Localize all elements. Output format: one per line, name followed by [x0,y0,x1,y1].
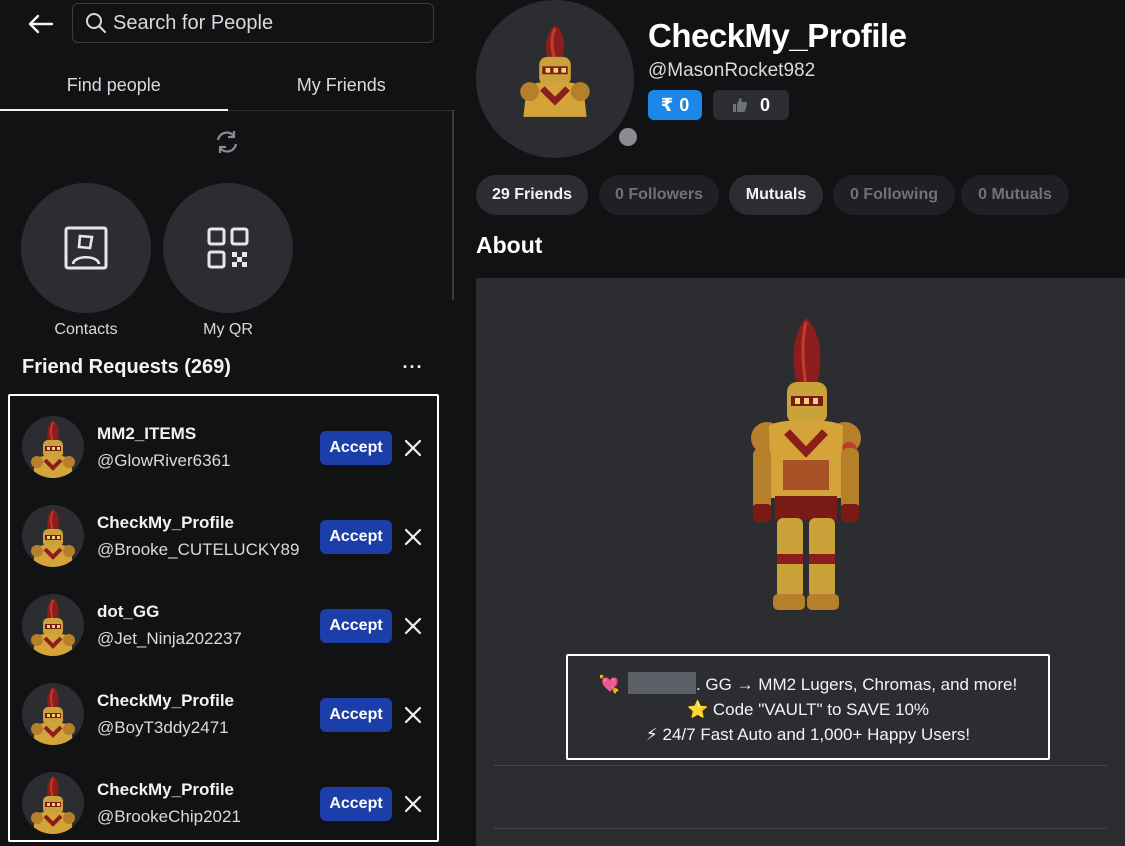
bio-line-1: 💘 . GG → MM2 Lugers, Chromas, and more! [568,672,1048,697]
accept-button[interactable]: Accept [320,520,392,554]
accept-button[interactable]: Accept [320,698,392,732]
my-qr-label: My QR [203,321,253,338]
back-button[interactable] [22,8,58,40]
heart-arrow-icon: 💘 [598,675,620,694]
avatar-figure [751,318,861,610]
contacts-label: Contacts [54,321,118,338]
likes-badge[interactable]: 0 [713,90,789,120]
back-arrow-icon [28,14,54,34]
decline-button[interactable] [400,702,426,728]
close-icon [404,528,422,546]
decline-button[interactable] [400,524,426,550]
about-heading: About [476,232,543,258]
people-panel: Find people My Friends Contacts [0,0,455,846]
friend-requests-title: Friend Requests (269) [22,356,231,378]
friends-count-chip[interactable]: 29 Friends [476,175,588,215]
bio-line-3: ⚡ 24/7 Fast Auto and 1,000+ Happy Users! [645,725,971,744]
bio-line-2: ⭐ Code "VAULT" to SAVE 10% [686,700,930,719]
avatar[interactable] [22,416,84,478]
search-icon [86,13,106,33]
avatar-image [29,418,77,478]
decline-button[interactable] [400,435,426,461]
status-indicator [615,124,641,150]
likes-count: 0 [759,94,770,115]
my-qr-button[interactable] [163,183,293,313]
close-icon [404,439,422,457]
avatar-image [29,596,77,656]
robux-icon: ₹ [660,94,674,115]
avatar[interactable] [22,772,84,834]
about-section: 💘 . GG → MM2 Lugers, Chromas, and more! ⭐… [476,278,1125,846]
robux-badge[interactable]: ₹ 0 [648,90,702,120]
decline-button[interactable] [400,791,426,817]
avatar[interactable] [22,594,84,656]
requester-name[interactable]: CheckMy_Profile [97,513,234,533]
mutuals-chip[interactable]: Mutuals [729,175,823,215]
people-tabs: Find people My Friends [0,62,455,111]
profile-display-name: CheckMy_Profile [648,17,907,54]
search-field[interactable] [72,3,434,43]
redacted-text [627,672,696,694]
close-icon [404,617,422,635]
contacts-button[interactable] [21,183,151,313]
requester-name[interactable]: CheckMy_Profile [97,780,234,800]
decline-button[interactable] [400,613,426,639]
friend-request-list: MM2_ITEMS @GlowRiver6361 Accept CheckMy_… [8,394,439,842]
requester-name[interactable]: MM2_ITEMS [97,424,196,444]
profile-panel: CheckMy_Profile @MasonRocket982 ₹ 0 0 29… [455,0,1125,846]
friend-request-row: CheckMy_Profile @Brooke_CUTELUCKY89 Acce… [10,485,437,574]
tab-my-friends[interactable]: My Friends [228,62,456,110]
divider [494,828,1107,829]
avatar[interactable] [22,505,84,567]
accept-button[interactable]: Accept [320,787,392,821]
requester-handle: @BoyT3ddy2471 [97,718,229,737]
tab-find-people[interactable]: Find people [0,62,228,111]
friend-request-row: dot_GG @Jet_Ninja202237 Accept [10,574,437,663]
mutuals-count-chip[interactable]: 0 Mutuals [961,175,1069,215]
accept-button[interactable]: Accept [320,609,392,643]
requester-handle: @GlowRiver6361 [97,451,231,470]
qr-code-icon [207,227,249,269]
refresh-icon [216,131,238,153]
avatar-image [29,774,77,834]
divider [494,765,1107,766]
profile-username: @MasonRocket982 [648,60,816,81]
accept-button[interactable]: Accept [320,431,392,465]
avatar-image [29,685,77,745]
requester-handle: @Brooke_CUTELUCKY89 [97,540,300,559]
more-options-button[interactable]: ··· [400,357,426,381]
scrollbar[interactable] [452,110,454,300]
friend-request-row: CheckMy_Profile @BrookeChip2021 Accept [10,752,437,840]
refresh-button[interactable] [211,126,243,158]
search-input[interactable] [113,11,413,35]
friend-request-row: CheckMy_Profile @BoyT3ddy2471 Accept [10,663,437,752]
avatar-image [29,507,77,567]
requester-name[interactable]: CheckMy_Profile [97,691,234,711]
following-count-chip[interactable]: 0 Following [833,175,955,215]
bio-line-1-text: . GG → MM2 Lugers, Chromas, and more! [695,675,1018,694]
avatar[interactable] [22,683,84,745]
requester-handle: @BrookeChip2021 [97,807,241,826]
close-icon [404,706,422,724]
profile-avatar[interactable] [476,0,641,158]
profile-bio: 💘 . GG → MM2 Lugers, Chromas, and more! ⭐… [566,654,1050,760]
close-icon [404,795,422,813]
requester-name[interactable]: dot_GG [97,602,159,622]
friend-request-row: MM2_ITEMS @GlowRiver6361 Accept [10,396,437,485]
robux-count: 0 [679,94,690,115]
contact-card-icon [64,226,108,270]
followers-count-chip[interactable]: 0 Followers [599,175,719,215]
requester-handle: @Jet_Ninja202237 [97,629,242,648]
avatar-image [476,0,634,158]
thumbs-up-icon [732,98,748,112]
